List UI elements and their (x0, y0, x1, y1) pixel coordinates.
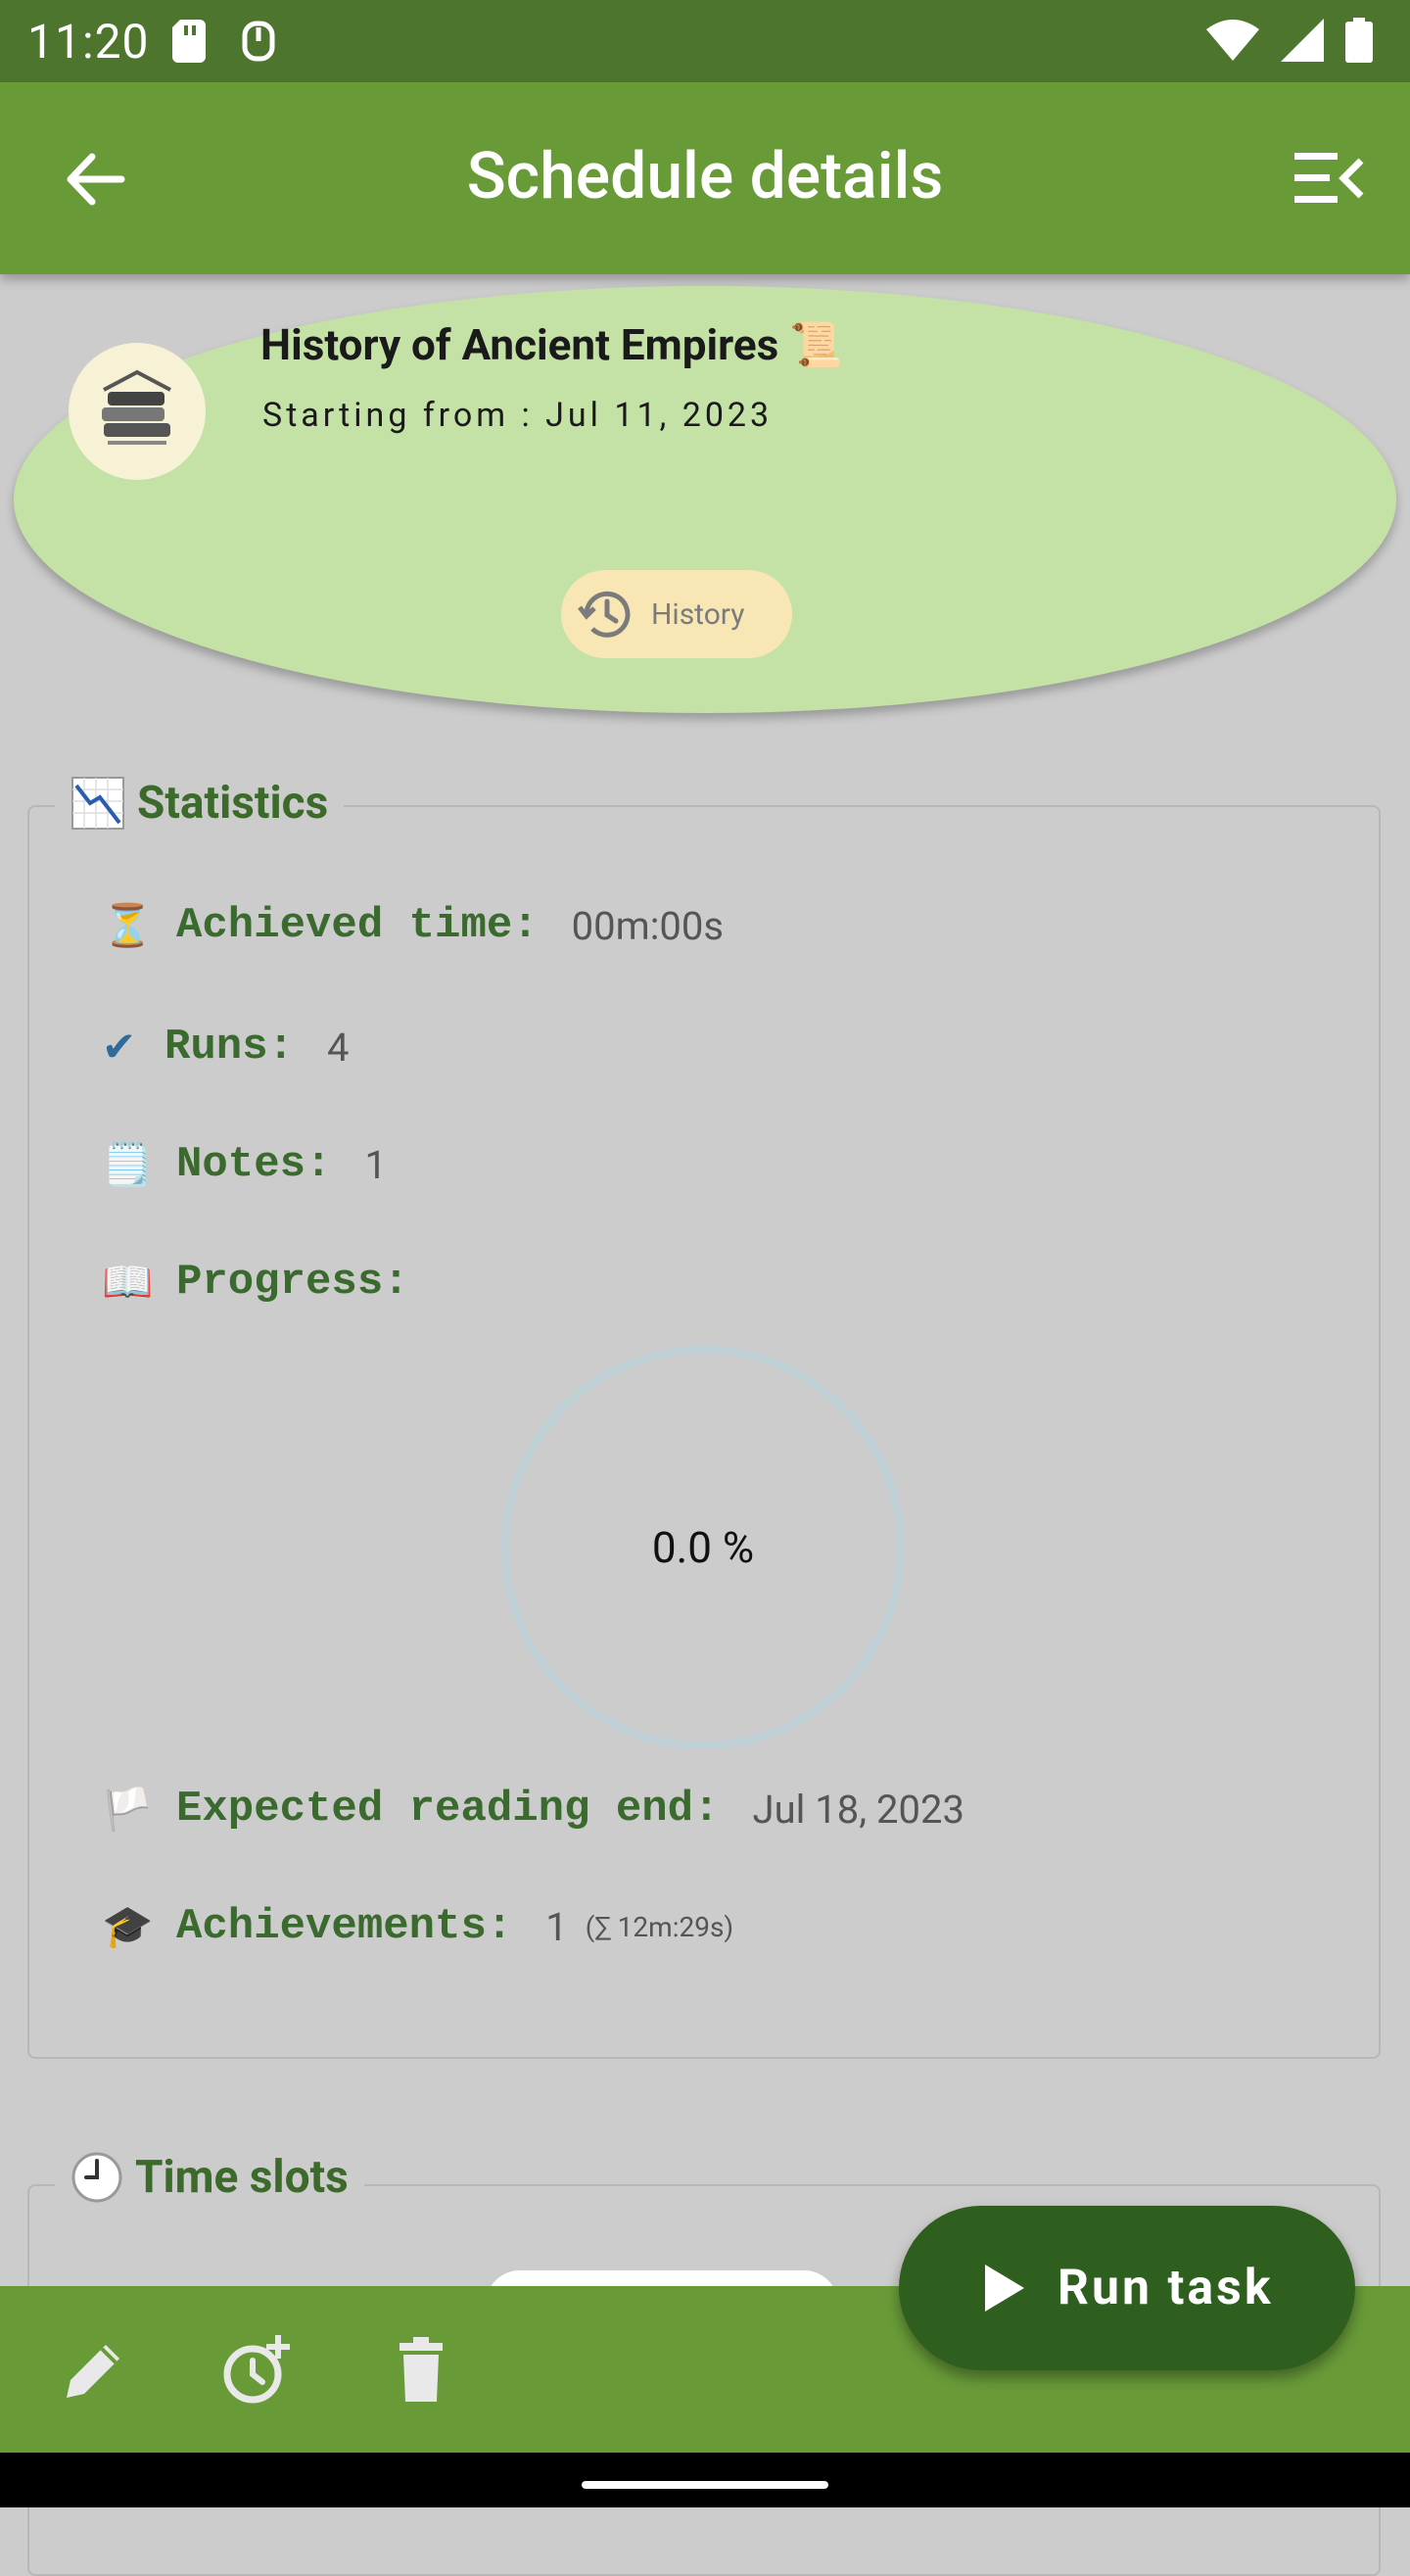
system-navigation-bar (0, 2453, 1410, 2507)
runs-value: 4 (327, 1024, 350, 1071)
notepad-icon: 🗒️ (102, 1140, 154, 1189)
history-icon (578, 591, 631, 638)
achieved-time-label: Achieved time: (176, 901, 539, 950)
stat-runs: ✔ Runs: 4 (102, 1023, 350, 1072)
chart-decreasing-icon (71, 777, 124, 830)
white-flag-icon: 🏳️ (102, 1785, 154, 1834)
status-notification-icons (172, 20, 276, 63)
clock-icon (71, 2152, 122, 2203)
add-time-slot-button[interactable] (221, 2335, 292, 2406)
status-time: 11:20 (27, 14, 150, 70)
home-gesture-handle[interactable] (582, 2481, 828, 2489)
wifi-icon (1206, 20, 1259, 61)
course-avatar (69, 343, 206, 480)
time-slots-title: Time slots (135, 2151, 349, 2204)
stat-progress: 📖 Progress: (102, 1258, 409, 1307)
notes-label: Notes: (176, 1140, 332, 1189)
app-bar: Schedule details (0, 82, 1410, 274)
run-task-label: Run task (1058, 2260, 1274, 2316)
stat-notes: 🗒️ Notes: 1 (102, 1140, 387, 1189)
statistics-title: Statistics (137, 777, 329, 830)
status-bar: 11:20 (0, 0, 1410, 82)
hourglass-icon: ⏳ (102, 901, 154, 950)
status-system-icons (1206, 18, 1373, 63)
notes-value: 1 (364, 1141, 387, 1188)
achievements-label: Achievements: (176, 1902, 513, 1951)
pencil-icon (67, 2345, 119, 2398)
page-title: Schedule details (466, 139, 944, 215)
history-label: History (651, 596, 745, 632)
runs-label: Runs: (164, 1023, 295, 1072)
menu-button[interactable] (1292, 147, 1365, 210)
battery-icon (1345, 18, 1373, 63)
progress-label: Progress: (176, 1258, 409, 1307)
usb-icon (242, 21, 275, 62)
expected-end-value: Jul 18, 2023 (752, 1786, 964, 1833)
check-mark-icon: ✔ (102, 1024, 137, 1072)
books-icon (102, 369, 171, 445)
signal-icon (1281, 19, 1324, 62)
time-slots-heading: Time slots (55, 2151, 364, 2204)
stat-achieved-time: ⏳ Achieved time: 00m:00s (102, 901, 724, 950)
graduation-cap-icon: 🎓 (102, 1902, 154, 1951)
statistics-heading: Statistics (55, 776, 345, 831)
expected-end-label: Expected reading end: (176, 1785, 720, 1834)
course-title: History of Ancient Empires 📜 (260, 319, 843, 370)
achieved-time-value: 00m:00s (571, 902, 725, 949)
alarm-add-icon (223, 2335, 290, 2404)
history-button[interactable]: History (561, 570, 792, 658)
trash-icon (400, 2337, 443, 2402)
menu-open-icon (1294, 153, 1364, 203)
edit-button[interactable] (59, 2335, 129, 2406)
delete-button[interactable] (390, 2335, 460, 2406)
sd-card-icon (172, 20, 206, 63)
start-date: Starting from : Jul 11, 2023 (262, 396, 774, 435)
progress-ring: 0.0 % (501, 1346, 905, 1749)
open-book-icon: 📖 (102, 1258, 154, 1307)
achievements-total: (∑ 12m:29s) (585, 1910, 734, 1943)
progress-value: 0.0 % (651, 1522, 755, 1573)
stat-expected-end: 🏳️ Expected reading end: Jul 18, 2023 (102, 1785, 964, 1834)
play-icon (985, 2265, 1024, 2312)
stat-achievements: 🎓 Achievements: 1 (∑ 12m:29s) (102, 1902, 733, 1951)
achievements-value: 1 (545, 1903, 568, 1950)
run-task-button[interactable]: Run task (899, 2206, 1355, 2370)
